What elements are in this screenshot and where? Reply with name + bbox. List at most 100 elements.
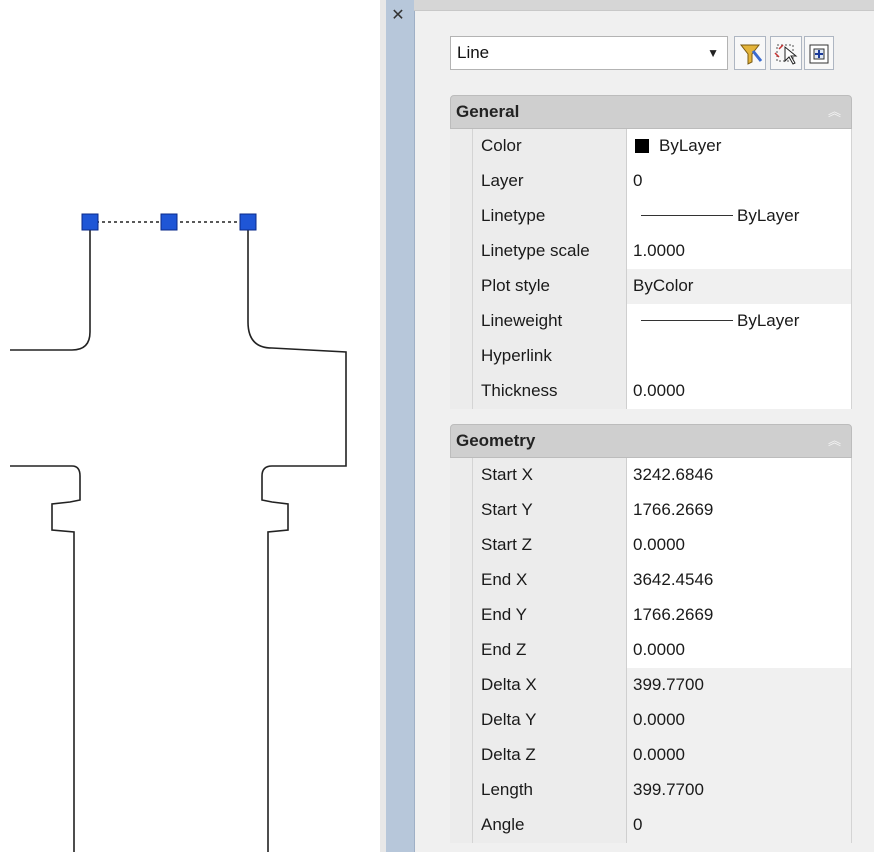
part-outline: [10, 222, 347, 852]
property-row-end-y[interactable]: End Y 1766.2669: [450, 598, 852, 633]
property-row-start-z[interactable]: Start Z 0.0000: [450, 528, 852, 563]
properties-palette: ✕ Line ▼ General ︽ Color ByLayer Layer 0…: [380, 0, 874, 852]
row-gutter: [450, 269, 472, 304]
property-row-delta-x[interactable]: Delta X 399.7700: [450, 668, 852, 703]
color-value: ByLayer: [659, 136, 722, 155]
row-gutter: [450, 304, 472, 339]
property-row-plot-style[interactable]: Plot style ByColor: [450, 269, 852, 304]
property-value[interactable]: 0.0000: [627, 374, 852, 409]
property-name: End Z: [472, 633, 627, 668]
property-name: Thickness: [472, 374, 627, 409]
property-value[interactable]: 3642.4546: [627, 563, 852, 598]
property-name: Start X: [472, 458, 627, 493]
property-value[interactable]: 1766.2669: [627, 493, 852, 528]
row-gutter: [450, 199, 472, 234]
toggle-pickadd-button[interactable]: [804, 36, 834, 70]
section-title: General: [456, 102, 520, 121]
property-value[interactable]: ByLayer: [627, 199, 852, 234]
section-title: Geometry: [456, 431, 536, 450]
lineweight-value: ByLayer: [737, 311, 800, 330]
row-gutter: [450, 458, 472, 493]
quick-select-button[interactable]: [734, 36, 766, 70]
palette-title-bar[interactable]: ✕: [386, 0, 415, 852]
property-value[interactable]: ByColor: [627, 269, 852, 304]
property-row-delta-z[interactable]: Delta Z 0.0000: [450, 738, 852, 773]
row-gutter: [450, 164, 472, 199]
drawing-canvas[interactable]: [0, 0, 380, 852]
property-value[interactable]: 0.0000: [627, 528, 852, 563]
property-value[interactable]: ByLayer: [627, 304, 852, 339]
property-name: Lineweight: [472, 304, 627, 339]
lineweight-sample: [641, 320, 733, 321]
property-row-thickness[interactable]: Thickness 0.0000: [450, 374, 852, 409]
property-name: Plot style: [472, 269, 627, 304]
property-name: Angle: [472, 808, 627, 843]
row-gutter: [450, 374, 472, 409]
general-section-header[interactable]: General ︽: [450, 95, 852, 129]
property-row-start-y[interactable]: Start Y 1766.2669: [450, 493, 852, 528]
property-row-linetype[interactable]: Linetype ByLayer: [450, 199, 852, 234]
property-row-end-x[interactable]: End X 3642.4546: [450, 563, 852, 598]
general-properties: Color ByLayer Layer 0 Linetype ByLayer L…: [450, 129, 852, 409]
property-value[interactable]: ByLayer: [627, 129, 852, 164]
quick-select-icon: [739, 44, 763, 65]
property-name: Linetype: [472, 199, 627, 234]
drawing-svg: [10, 213, 347, 852]
property-name: Hyperlink: [472, 339, 627, 374]
property-row-end-z[interactable]: End Z 0.0000: [450, 633, 852, 668]
property-name: Delta Z: [472, 738, 627, 773]
property-name: End Y: [472, 598, 627, 633]
row-gutter: [450, 493, 472, 528]
chevron-down-icon[interactable]: ▼: [707, 37, 719, 69]
object-type-value: Line: [457, 43, 490, 62]
property-value[interactable]: 1766.2669: [627, 598, 852, 633]
end-grip[interactable]: [239, 213, 257, 231]
property-row-color[interactable]: Color ByLayer: [450, 129, 852, 164]
property-row-linetype-scale[interactable]: Linetype scale 1.0000: [450, 234, 852, 269]
row-gutter: [450, 598, 472, 633]
property-row-lineweight[interactable]: Lineweight ByLayer: [450, 304, 852, 339]
property-row-start-x[interactable]: Start X 3242.6846: [450, 458, 852, 493]
palette-top-border: [414, 0, 874, 11]
property-row-angle[interactable]: Angle 0: [450, 808, 852, 843]
row-gutter: [450, 738, 472, 773]
property-name: Linetype scale: [472, 234, 627, 269]
close-icon[interactable]: ✕: [388, 6, 408, 26]
row-gutter: [450, 668, 472, 703]
row-gutter: [450, 808, 472, 843]
property-row-layer[interactable]: Layer 0: [450, 164, 852, 199]
property-value[interactable]: 0.0000: [627, 633, 852, 668]
row-gutter: [450, 528, 472, 563]
select-objects-button[interactable]: [770, 36, 802, 70]
collapse-up-icon[interactable]: ︽: [828, 96, 841, 128]
geometry-section-header[interactable]: Geometry ︽: [450, 424, 852, 458]
property-value: 0.0000: [627, 703, 852, 738]
property-name: Start Z: [472, 528, 627, 563]
toggle-pickadd-icon: [809, 44, 829, 64]
property-value: 399.7700: [627, 668, 852, 703]
color-swatch: [635, 139, 649, 153]
property-value: 0.0000: [627, 738, 852, 773]
mid-grip[interactable]: [160, 213, 178, 231]
row-gutter: [450, 129, 472, 164]
property-row-hyperlink[interactable]: Hyperlink: [450, 339, 852, 374]
row-gutter: [450, 339, 472, 374]
row-gutter: [450, 633, 472, 668]
collapse-up-icon[interactable]: ︽: [828, 425, 841, 457]
property-name: Color: [472, 129, 627, 164]
property-row-length[interactable]: Length 399.7700: [450, 773, 852, 808]
property-value[interactable]: 1.0000: [627, 234, 852, 269]
select-objects-icon: [774, 44, 798, 65]
object-type-dropdown[interactable]: Line ▼: [450, 36, 728, 70]
property-row-delta-y[interactable]: Delta Y 0.0000: [450, 703, 852, 738]
property-name: Layer: [472, 164, 627, 199]
property-name: Delta X: [472, 668, 627, 703]
property-value: 399.7700: [627, 773, 852, 808]
linetype-sample: [641, 215, 733, 216]
property-value[interactable]: [627, 339, 852, 374]
start-grip[interactable]: [81, 213, 99, 231]
property-name: End X: [472, 563, 627, 598]
property-value[interactable]: 3242.6846: [627, 458, 852, 493]
property-value[interactable]: 0: [627, 164, 852, 199]
property-value: 0: [627, 808, 852, 843]
